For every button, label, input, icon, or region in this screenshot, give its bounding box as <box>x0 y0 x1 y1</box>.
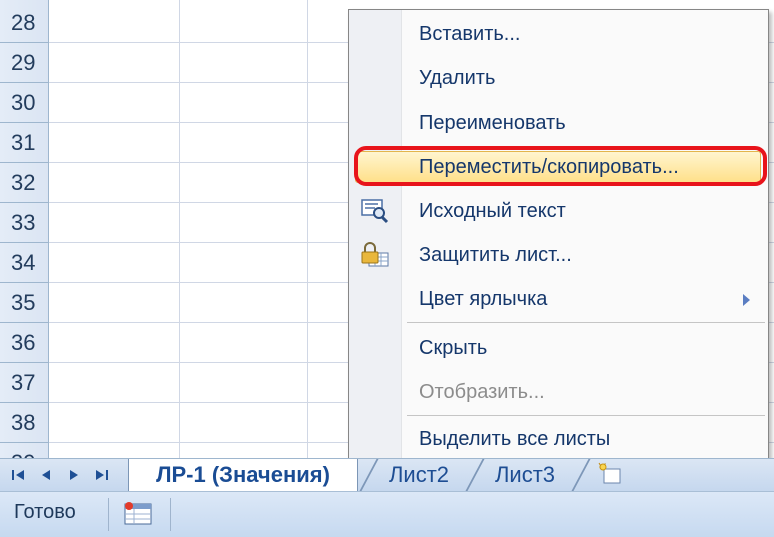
view-code-icon <box>361 199 389 224</box>
highlight-annotation-outline <box>354 146 767 186</box>
row-header-38[interactable]: 38 <box>0 403 48 443</box>
row-header-34[interactable]: 34 <box>0 243 48 283</box>
sheet-tab-active[interactable]: ЛР-1 (Значения) <box>128 459 358 491</box>
submenu-arrow-icon <box>743 294 750 306</box>
last-sheet-icon[interactable] <box>90 465 114 485</box>
menu-item-label: Переименовать <box>419 112 566 134</box>
status-separator <box>170 498 171 531</box>
next-sheet-icon[interactable] <box>62 465 86 485</box>
row-header-37[interactable]: 37 <box>0 363 48 403</box>
row-header-32[interactable]: 32 <box>0 163 48 203</box>
row-header-36[interactable]: 36 <box>0 323 48 363</box>
status-separator <box>108 498 109 531</box>
insert-sheet-icon[interactable] <box>596 461 626 487</box>
menu-item-label: Удалить <box>419 67 496 89</box>
menu-item-view-code[interactable]: Исходный текст <box>349 193 768 229</box>
protect-sheet-icon <box>361 242 389 267</box>
menu-item-label: Защитить лист... <box>419 244 572 266</box>
menu-item-delete[interactable]: Удалить <box>349 60 768 96</box>
first-sheet-icon[interactable] <box>6 465 30 485</box>
row-header-31[interactable]: 31 <box>0 123 48 163</box>
sheet-tab-list3[interactable]: Лист3 <box>480 459 570 491</box>
sheet-tab-list2[interactable]: Лист2 <box>374 459 464 491</box>
menu-item-tab-color[interactable]: Цвет ярлычка <box>349 281 768 317</box>
row-header-29[interactable]: 29 <box>0 43 48 83</box>
menu-item-label: Вставить... <box>419 23 521 45</box>
menu-item-select-all-sheets[interactable]: Выделить все листы <box>349 421 768 457</box>
tab-divider <box>571 459 591 491</box>
row-header-33[interactable]: 33 <box>0 203 48 243</box>
row-header-39[interactable]: 39 <box>0 443 48 458</box>
sheet-tab-context-menu: Вставить... Удалить Переименовать Переме… <box>348 9 769 462</box>
status-ready-text: Готово <box>14 501 76 523</box>
prev-sheet-icon[interactable] <box>34 465 58 485</box>
menu-item-protect-sheet[interactable]: Защитить лист... <box>349 237 768 273</box>
menu-separator <box>407 322 765 323</box>
grid-col-line <box>307 0 308 458</box>
menu-item-label: Скрыть <box>419 337 488 359</box>
row-header-35[interactable]: 35 <box>0 283 48 323</box>
status-bar: Готово <box>0 491 774 537</box>
menu-item-rename[interactable]: Переименовать <box>349 105 768 141</box>
row-header-30[interactable]: 30 <box>0 83 48 123</box>
menu-item-unhide: Отобразить... <box>349 374 768 410</box>
record-macro-icon[interactable] <box>122 500 154 528</box>
menu-item-insert[interactable]: Вставить... <box>349 16 768 52</box>
menu-item-label: Исходный текст <box>419 200 566 222</box>
menu-item-label: Отобразить... <box>419 381 545 403</box>
sheet-tab-bar: ЛР-1 (Значения) Лист2 Лист3 <box>0 458 774 492</box>
menu-separator <box>407 415 765 416</box>
row-header-28[interactable]: 28 <box>0 3 48 43</box>
menu-item-hide[interactable]: Скрыть <box>349 330 768 366</box>
menu-item-label: Выделить все листы <box>419 428 611 450</box>
grid-col-line <box>179 0 180 458</box>
menu-item-label: Цвет ярлычка <box>419 288 548 310</box>
